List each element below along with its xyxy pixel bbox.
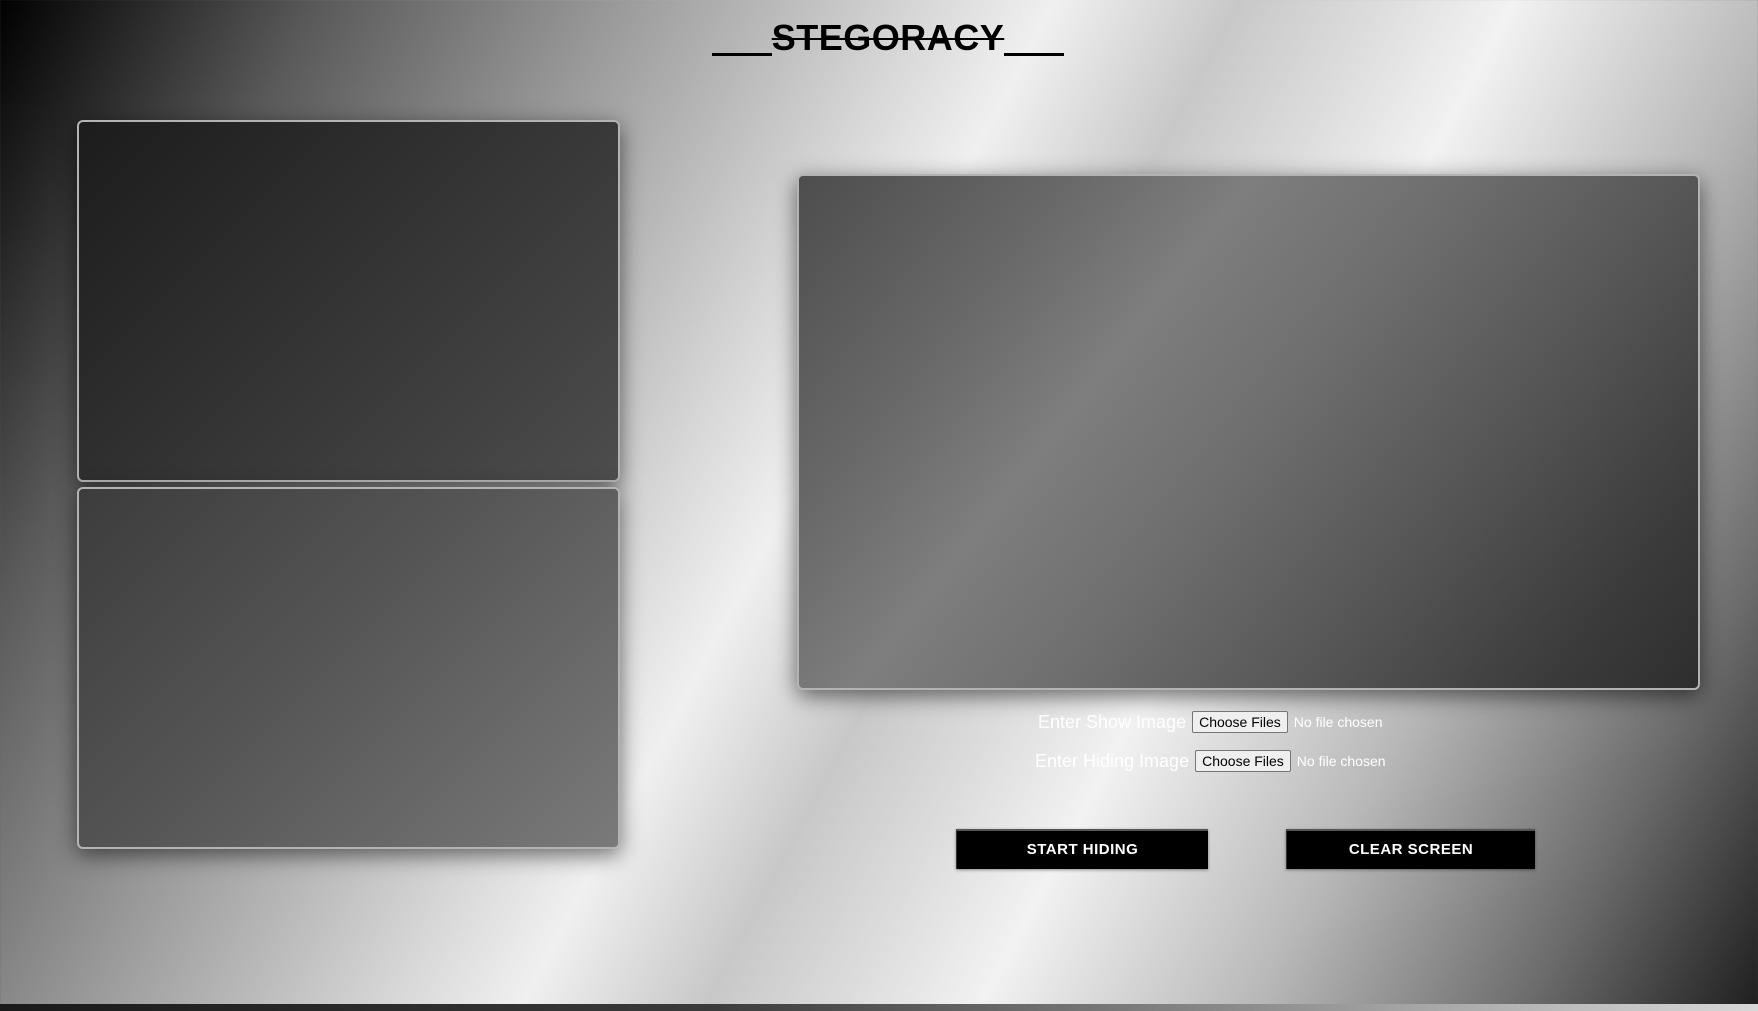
start-hiding-button[interactable]: START HIDING [956,829,1208,869]
title-left-rule [711,16,772,56]
hiding-image-choose-files-button[interactable]: Choose Files [1195,750,1291,772]
hiding-image-label: Enter Hiding Image [1035,750,1190,771]
bottom-strip [0,1004,1758,1011]
show-image-file-status: No file chosen [1293,714,1383,730]
result-image-canvas [797,174,1700,690]
show-image-file-row: Enter Show Image Choose Files No file ch… [1038,711,1383,733]
title-right-rule [1004,16,1065,56]
hiding-image-file-status: No file chosen [1296,753,1386,769]
hiding-image-preview-panel [77,487,620,849]
page-title: STEGORACY [711,16,1065,60]
show-image-preview-panel [77,120,620,482]
show-image-label: Enter Show Image [1038,711,1187,732]
page-title-text: STEGORACY [771,17,1005,58]
hiding-image-file-row: Enter Hiding Image Choose Files No file … [1035,750,1386,772]
header: STEGORACY [0,16,1758,60]
clear-screen-button[interactable]: CLEAR SCREEN [1286,829,1535,869]
show-image-choose-files-button[interactable]: Choose Files [1192,711,1288,733]
